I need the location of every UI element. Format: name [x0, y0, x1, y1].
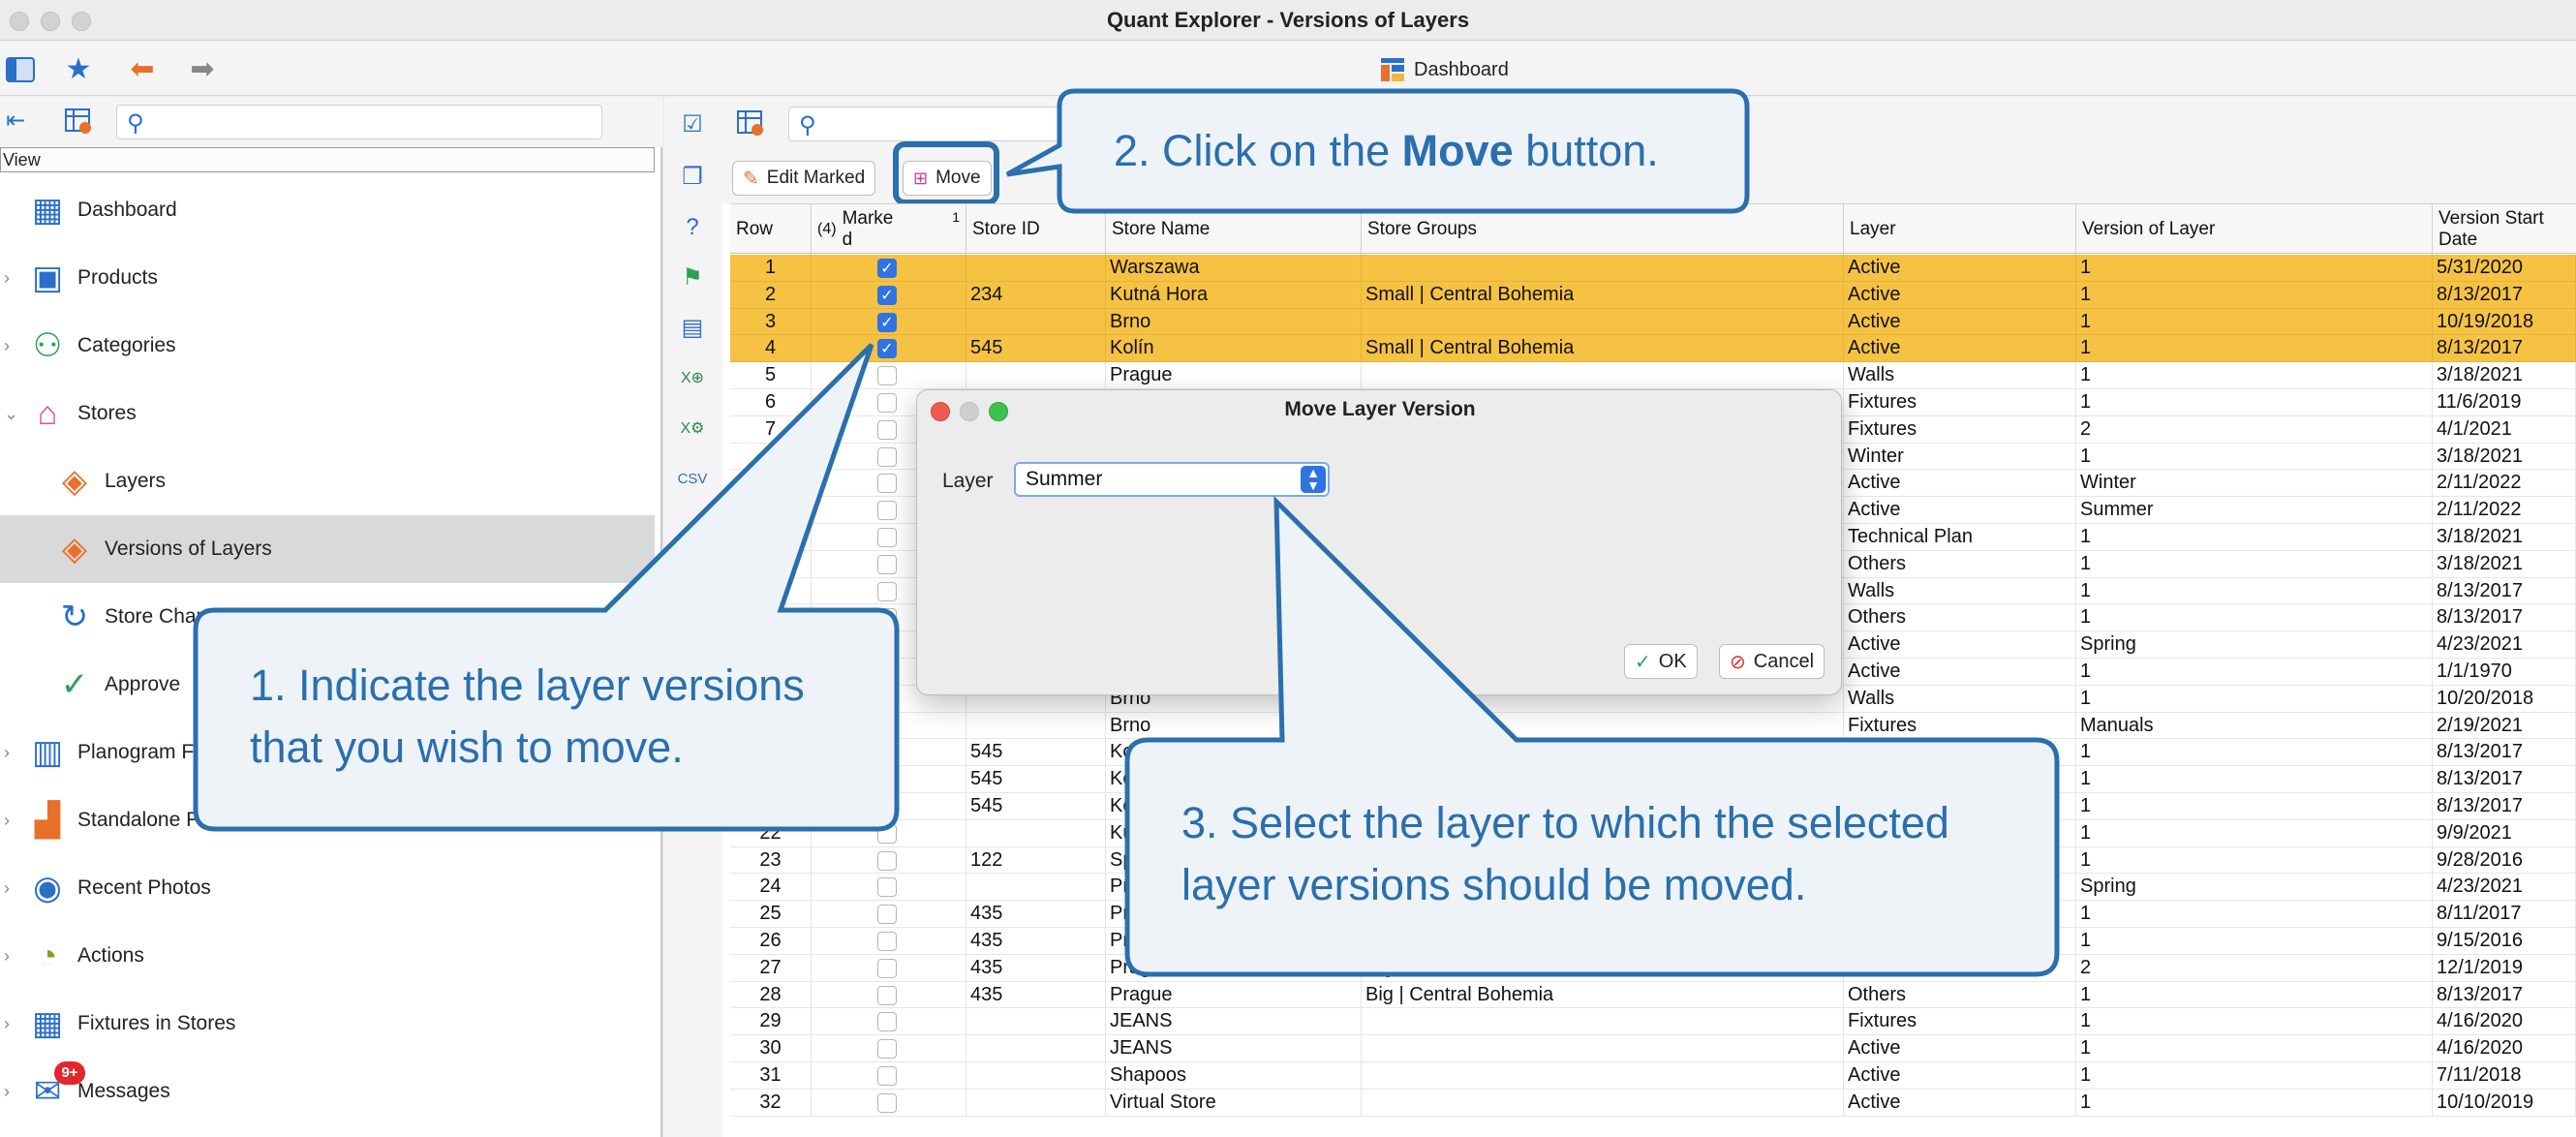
callout-3-text: 3. Select the layer to which the selecte…: [1181, 798, 1949, 909]
app-window: Quant Explorer - Versions of Layers ★ ⬅ …: [0, 0, 2576, 1137]
callout-2-text: 2. Click on the Move button.: [1114, 126, 1659, 175]
callout-1-text: 1. Indicate the layer versions that you w…: [250, 661, 805, 772]
